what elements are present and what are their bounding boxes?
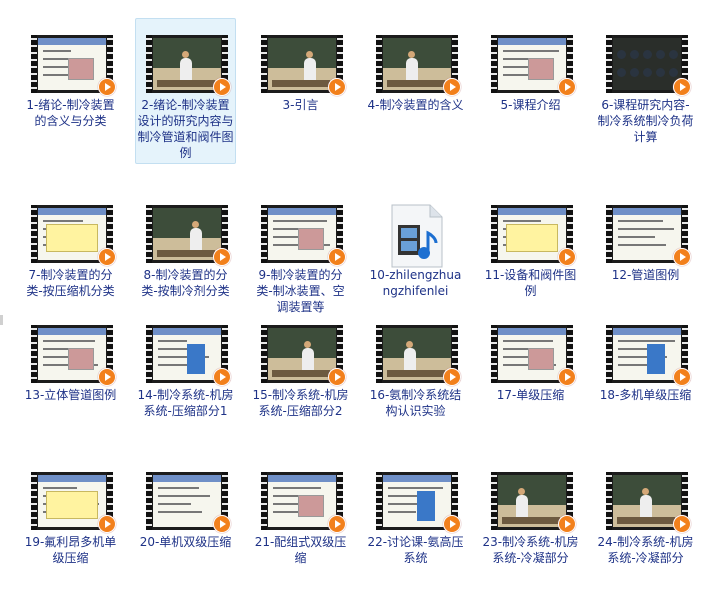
file-item[interactable]: 2-绪论-制冷装置设计的研究内容与制冷管道和阀件图例	[135, 18, 236, 164]
video-thumbnail	[261, 472, 346, 533]
file-item[interactable]: 17-单级压缩	[480, 308, 581, 454]
video-thumbnail	[491, 205, 576, 266]
video-thumbnail	[261, 325, 346, 386]
play-icon	[98, 515, 116, 533]
file-name-label: 15-制冷系统-机房系统-压缩部分2	[252, 388, 349, 418]
play-icon	[443, 515, 461, 533]
file-item[interactable]: 13-立体管道图例	[20, 308, 121, 454]
file-item[interactable]: 22-讨论课-氨高压系统	[365, 455, 466, 601]
play-icon	[213, 368, 231, 386]
file-item[interactable]: 23-制冷系统-机房系统-冷凝部分	[480, 455, 581, 601]
file-name-label: 8-制冷装置的分类-按制冷剂分类	[141, 268, 230, 298]
video-thumbnail	[31, 205, 116, 266]
file-name-label: 24-制冷系统-机房系统-冷凝部分	[597, 535, 694, 565]
file-name-label: 2-绪论-制冷装置设计的研究内容与制冷管道和阀件图例	[137, 98, 234, 160]
video-thumbnail	[146, 205, 231, 266]
play-icon	[328, 368, 346, 386]
video-thumbnail	[261, 205, 346, 266]
file-name-label: 13-立体管道图例	[24, 388, 117, 402]
file-grid: 1-绪论-制冷装置的含义与分类 2-绪论-制冷装置设计的研究内容与制冷管道和阀件图…	[0, 0, 710, 579]
video-thumbnail	[491, 472, 576, 533]
file-name-label: 20-单机双级压缩	[139, 535, 232, 549]
video-thumbnail	[491, 325, 576, 386]
video-thumbnail	[376, 35, 461, 96]
video-thumbnail	[146, 325, 231, 386]
video-thumbnail	[261, 35, 346, 96]
file-name-label: 5-课程介绍	[500, 98, 561, 112]
file-name-label: 19-氟利昂多机单级压缩	[24, 535, 117, 565]
file-name-label: 7-制冷装置的分类-按压缩机分类	[26, 268, 115, 298]
play-icon	[558, 248, 576, 266]
play-icon	[558, 368, 576, 386]
play-icon	[328, 248, 346, 266]
file-name-label: 3-引言	[282, 98, 319, 112]
video-thumbnail	[491, 35, 576, 96]
file-name-label: 22-讨论课-氨高压系统	[367, 535, 464, 565]
file-item[interactable]: 19-氟利昂多机单级压缩	[20, 455, 121, 601]
file-item[interactable]: 1-绪论-制冷装置的含义与分类	[20, 18, 121, 164]
video-thumbnail	[146, 35, 231, 96]
video-thumbnail	[31, 472, 116, 533]
play-icon	[443, 368, 461, 386]
play-icon	[213, 248, 231, 266]
play-icon	[673, 78, 691, 96]
file-item[interactable]: 24-制冷系统-机房系统-冷凝部分	[595, 455, 696, 601]
play-icon	[328, 78, 346, 96]
video-thumbnail	[606, 35, 691, 96]
file-item[interactable]: 16-氨制冷系统结构认识实验	[365, 308, 466, 454]
file-name-label: 17-单级压缩	[496, 388, 565, 402]
play-icon	[558, 515, 576, 533]
play-icon	[98, 248, 116, 266]
play-icon	[98, 78, 116, 96]
video-thumbnail	[606, 205, 691, 266]
play-icon	[673, 515, 691, 533]
play-icon	[558, 78, 576, 96]
video-thumbnail	[606, 325, 691, 386]
file-item[interactable]: 18-多机单级压缩	[595, 308, 696, 454]
file-name-label: 6-课程研究内容-制冷系统制冷负荷计算	[597, 98, 694, 144]
play-icon	[673, 368, 691, 386]
file-name-label: 16-氨制冷系统结构认识实验	[369, 388, 462, 418]
play-icon	[98, 368, 116, 386]
video-thumbnail	[31, 325, 116, 386]
video-thumbnail	[606, 472, 691, 533]
file-item[interactable]: 20-单机双级压缩	[135, 455, 236, 601]
file-name-label: 1-绪论-制冷装置的含义与分类	[26, 98, 115, 128]
video-thumbnail	[376, 325, 461, 386]
file-name-label: 23-制冷系统-机房系统-冷凝部分	[482, 535, 579, 565]
play-icon	[213, 78, 231, 96]
file-item[interactable]: 3-引言	[250, 18, 351, 164]
file-name-label: 10-zhilengzhuangzhifenlei	[369, 268, 462, 298]
video-thumbnail	[376, 472, 461, 533]
play-icon	[213, 515, 231, 533]
file-item[interactable]: 15-制冷系统-机房系统-压缩部分2	[250, 308, 351, 454]
scroll-indicator	[0, 315, 3, 325]
play-icon	[673, 248, 691, 266]
file-item[interactable]: 6-课程研究内容-制冷系统制冷负荷计算	[595, 18, 696, 164]
file-name-label: 12-管道图例	[611, 268, 680, 282]
file-name-label: 21-配组式双级压缩	[254, 535, 347, 565]
file-name-label: 18-多机单级压缩	[599, 388, 692, 402]
file-item[interactable]: 14-制冷系统-机房系统-压缩部分1	[135, 308, 236, 454]
video-thumbnail	[31, 35, 116, 96]
video-thumbnail	[146, 472, 231, 533]
play-icon	[443, 78, 461, 96]
media-file-icon	[384, 203, 450, 269]
file-item[interactable]: 5-课程介绍	[480, 18, 581, 164]
play-icon	[328, 515, 346, 533]
file-name-label: 4-制冷装置的含义	[367, 98, 464, 112]
file-item[interactable]: 21-配组式双级压缩	[250, 455, 351, 601]
file-name-label: 14-制冷系统-机房系统-压缩部分1	[137, 388, 234, 418]
file-name-label: 11-设备和阀件图例	[484, 268, 577, 298]
file-item[interactable]: 4-制冷装置的含义	[365, 18, 466, 164]
